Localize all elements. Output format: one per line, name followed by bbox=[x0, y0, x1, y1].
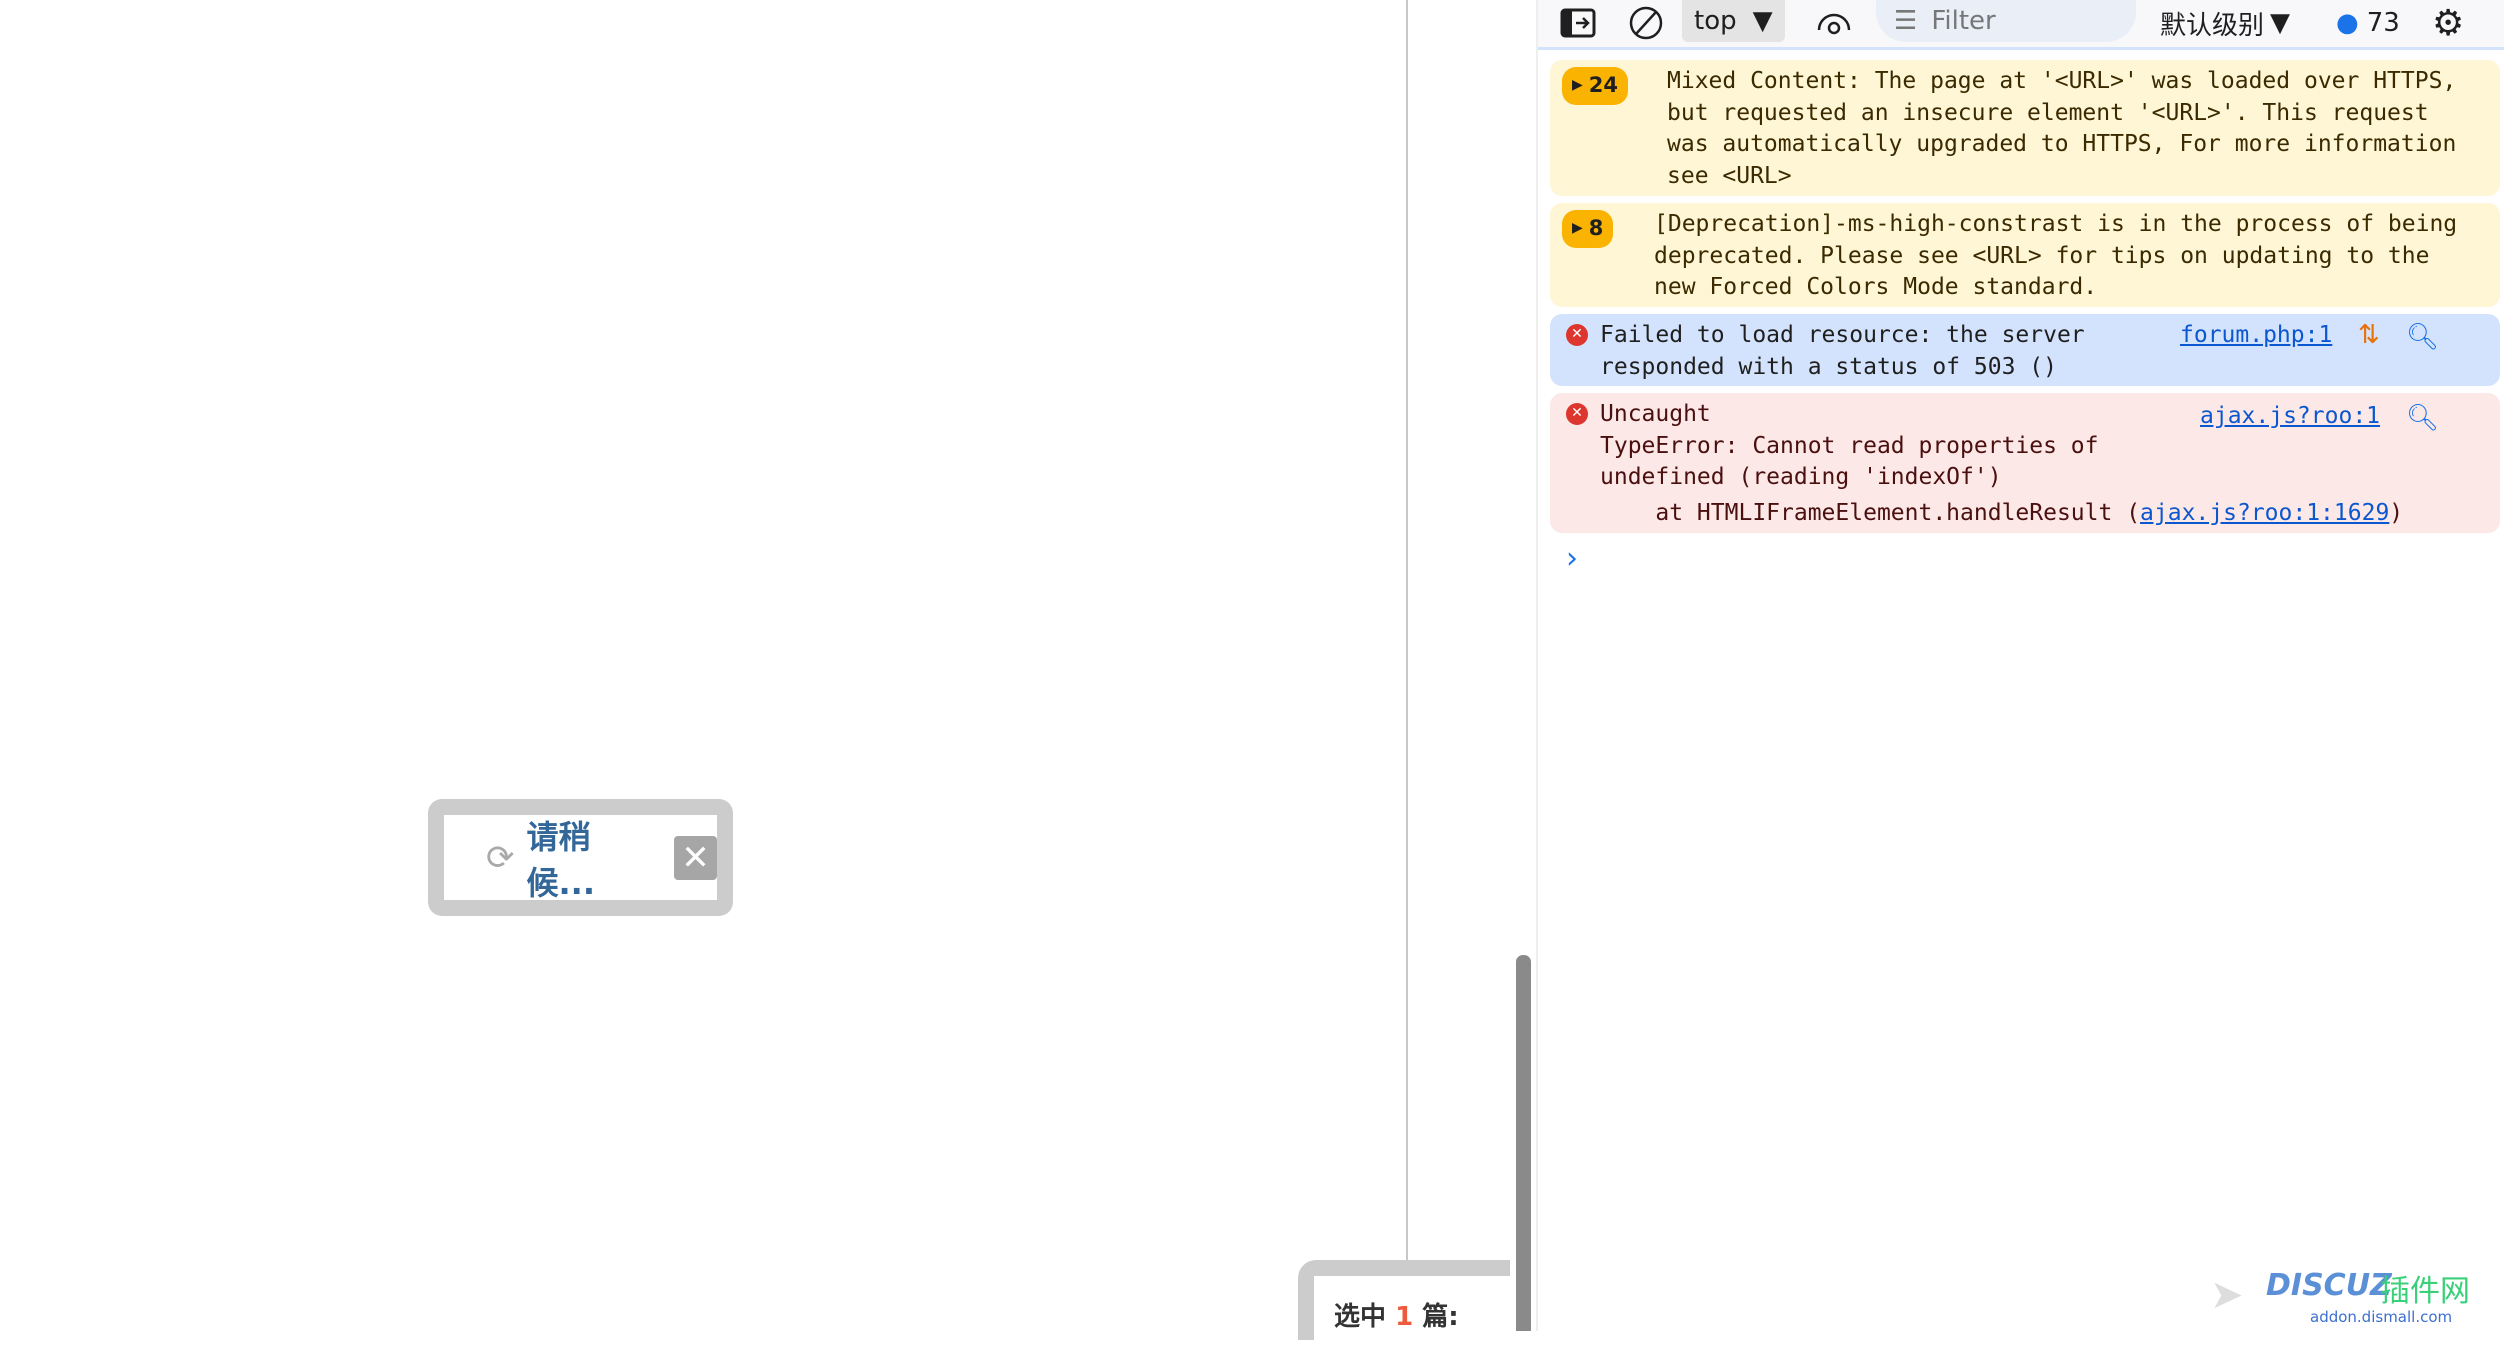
message-count[interactable]: ● 73 bbox=[2336, 0, 2400, 46]
expand-triangle-icon: ▶ bbox=[1572, 220, 1583, 237]
message-text-line: undefined (reading 'indexOf') bbox=[1600, 464, 2002, 490]
stack-suffix: ) bbox=[2389, 499, 2404, 526]
repeat-count-badge[interactable]: ▶ 8 bbox=[1562, 210, 1614, 248]
console-prompt-chevron-icon[interactable]: › bbox=[1566, 541, 2500, 576]
console-error-row[interactable]: ✕ Uncaught TypeError: Cannot read proper… bbox=[1550, 393, 2500, 533]
search-info-icon[interactable]: 🔍︎ bbox=[2406, 322, 2439, 354]
dropdown-arrow-icon: ▼ bbox=[1752, 6, 1773, 36]
refresh-icon: ⟳ bbox=[486, 837, 515, 878]
source-link[interactable]: ajax.js?roo:1 bbox=[2200, 401, 2380, 433]
message-text: [Deprecation]-ms-high-constrast is in th… bbox=[1654, 211, 2458, 300]
context-selector[interactable]: top ▼ bbox=[1682, 0, 1785, 42]
message-count-value: 73 bbox=[2366, 8, 2400, 38]
selected-suffix: 篇: bbox=[1422, 1302, 1459, 1332]
console-warning-row[interactable]: ▶ 24 Mixed Content: The page at '<URL>' w… bbox=[1550, 60, 2500, 196]
message-bubble-icon: ● bbox=[2336, 8, 2359, 38]
log-level-label: 默认级别 bbox=[2160, 10, 2265, 41]
console-messages: ▶ 24 Mixed Content: The page at '<URL>' w… bbox=[1538, 50, 2504, 576]
selected-count: 1 bbox=[1395, 1302, 1414, 1332]
search-info-icon[interactable]: 🔍︎ bbox=[2406, 403, 2439, 435]
sidebar-toggle-icon[interactable] bbox=[1560, 0, 1596, 46]
stack-prefix: at HTMLIFrameElement.handleResult ( bbox=[1600, 499, 2141, 526]
stack-link[interactable]: ajax.js?roo:1:1629 bbox=[2140, 500, 2389, 526]
stack-trace: at HTMLIFrameElement.handleResult (ajax.… bbox=[1600, 498, 2500, 530]
loading-text: 请稍候... bbox=[526, 817, 595, 902]
devtools-console: top ▼ ☰ Filter 默认级别 ▼ ● 73 ⚙ ▶ 24 Mixed Conte… bbox=[1538, 0, 2504, 1331]
message-text: Mixed Content: The page at '<URL>' was l… bbox=[1667, 68, 2457, 189]
watermark-brand: DISCUZ bbox=[2266, 1268, 2392, 1303]
error-icon: ✕ bbox=[1566, 324, 1588, 346]
network-request-icon[interactable]: ⇅ bbox=[2358, 320, 2380, 352]
selection-panel: 选中 1 篇: bbox=[1298, 1260, 1510, 1356]
live-expression-eye-icon[interactable] bbox=[1816, 0, 1852, 46]
selected-prefix: 选中 bbox=[1334, 1302, 1387, 1332]
settings-gear-icon[interactable]: ⚙ bbox=[2432, 0, 2464, 46]
clear-console-icon[interactable] bbox=[1628, 0, 1664, 46]
badge-count: 24 bbox=[1588, 73, 1619, 98]
watermark-logo: ➤ DISCUZ 插件网 addon.dismall.com bbox=[2210, 1262, 2500, 1331]
console-error-row[interactable]: ✕ Failed to load resource: the server re… bbox=[1550, 314, 2500, 386]
context-label: top bbox=[1694, 6, 1737, 36]
message-text-line: TypeError: Cannot read properties of bbox=[1600, 432, 2099, 459]
badge-count: 8 bbox=[1588, 216, 1604, 241]
filter-placeholder: Filter bbox=[1931, 6, 1996, 36]
repeat-count-badge[interactable]: ▶ 24 bbox=[1562, 67, 1629, 105]
console-toolbar: top ▼ ☰ Filter 默认级别 ▼ ● 73 ⚙ bbox=[1538, 0, 2504, 50]
page-divider-line bbox=[1406, 0, 1408, 1270]
message-text: Failed to load resource: the server resp… bbox=[1600, 322, 2085, 380]
page-scrollbar[interactable] bbox=[1516, 955, 1531, 1331]
source-link[interactable]: forum.php:1 bbox=[2180, 320, 2332, 352]
filter-input[interactable]: ☰ Filter bbox=[1876, 0, 2136, 42]
close-button[interactable]: ✕ bbox=[674, 835, 717, 880]
filter-icon: ☰ bbox=[1894, 6, 1918, 36]
dropdown-arrow-icon: ▼ bbox=[2270, 8, 2291, 38]
error-icon: ✕ bbox=[1566, 403, 1588, 425]
watermark-url: addon.dismall.com bbox=[2310, 1308, 2453, 1326]
expand-triangle-icon: ▶ bbox=[1572, 77, 1583, 94]
watermark-cn: 插件网 bbox=[2380, 1274, 2470, 1309]
loading-dialog: ⟳ 请稍候... ✕ bbox=[428, 799, 733, 916]
console-warning-row[interactable]: ▶ 8 [Deprecation]-ms-high-constrast is in… bbox=[1550, 203, 2500, 307]
cursor-icon: ➤ bbox=[2210, 1272, 2244, 1318]
log-level-selector[interactable]: 默认级别 ▼ bbox=[2160, 0, 2290, 46]
